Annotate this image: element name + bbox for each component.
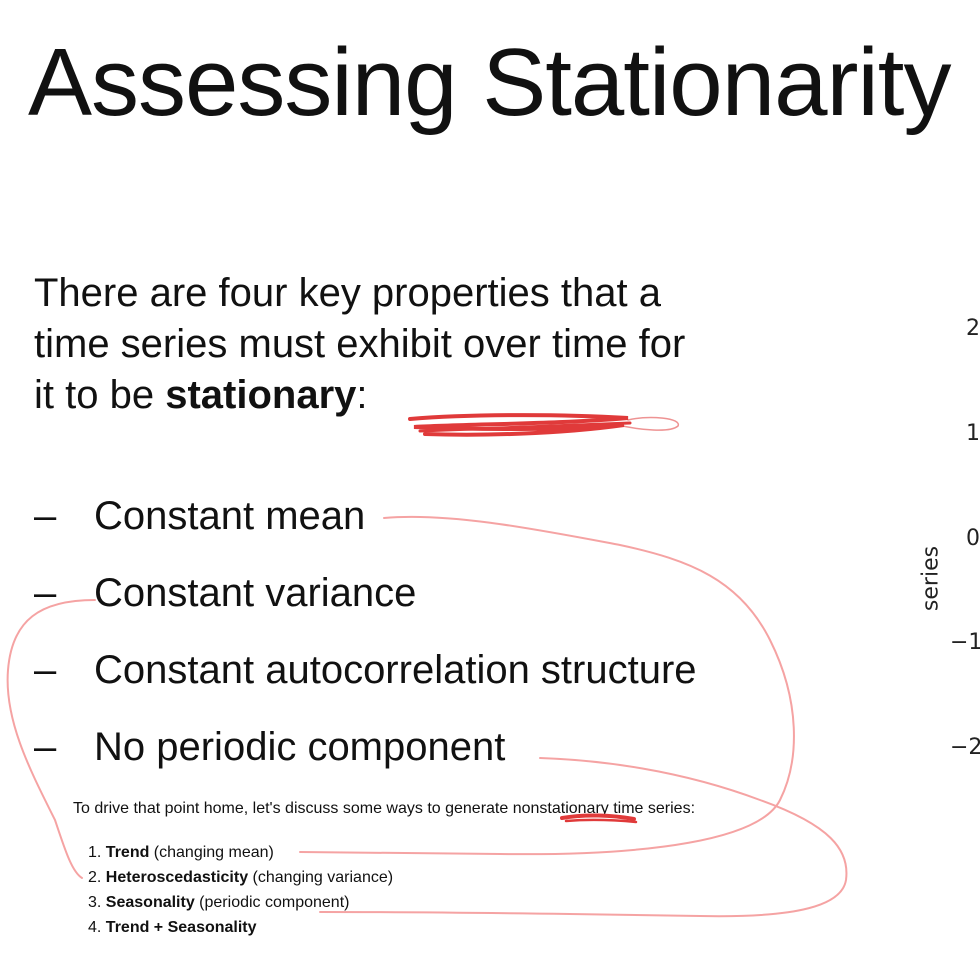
item-number: 4. xyxy=(88,919,102,936)
item-term: Heteroscedasticity xyxy=(105,869,249,886)
intro-keyword: stationary xyxy=(165,373,357,417)
intro-text-end: : xyxy=(356,373,368,417)
plot-fragment: 2 1 0 −1 −2 series xyxy=(0,0,980,964)
intro-text: There are four key properties that a tim… xyxy=(34,268,714,421)
item-number: 3. xyxy=(88,894,102,911)
item-number: 1. xyxy=(88,844,102,861)
y-tick-label: −1 xyxy=(950,630,980,655)
item-term: Trend xyxy=(105,844,150,861)
y-axis-label: series xyxy=(918,545,944,612)
slide-title: Assessing Stationarity xyxy=(28,29,951,136)
y-tick-label: −2 xyxy=(950,735,980,760)
property-text: Constant variance xyxy=(94,571,417,615)
dash-bullet: – xyxy=(34,494,57,538)
y-tick-label: 1 xyxy=(966,421,980,446)
y-tick-label: 0 xyxy=(966,526,980,551)
item-detail: (periodic component) xyxy=(194,894,350,911)
list-item: 1. Trend (changing mean) xyxy=(88,842,393,867)
property-text: No periodic component xyxy=(94,725,506,769)
y-tick-label: 2 xyxy=(966,316,980,341)
item-term: Trend + Seasonality xyxy=(105,919,257,936)
dash-bullet: – xyxy=(34,648,57,692)
list-item: 3. Seasonality (periodic component) xyxy=(88,892,393,917)
dash-bullet: – xyxy=(34,725,57,769)
dash-bullet: – xyxy=(34,571,57,615)
list-item: 2. Heteroscedasticity (changing variance… xyxy=(88,867,393,892)
property-text: Constant mean xyxy=(94,494,366,538)
property-text: Constant autocorrelation structure xyxy=(94,648,697,692)
list-item: 4. Trend + Seasonality xyxy=(88,917,393,942)
item-detail: (changing mean) xyxy=(149,844,274,861)
item-detail: (changing variance) xyxy=(248,869,394,886)
nonstationary-list: 1. Trend (changing mean) 2. Heteroscedas… xyxy=(88,842,393,942)
item-term: Seasonality xyxy=(105,894,195,911)
notes-paragraph: To drive that point home, let's discuss … xyxy=(73,800,696,817)
annotation-layer xyxy=(6,413,848,918)
item-number: 2. xyxy=(88,869,102,886)
